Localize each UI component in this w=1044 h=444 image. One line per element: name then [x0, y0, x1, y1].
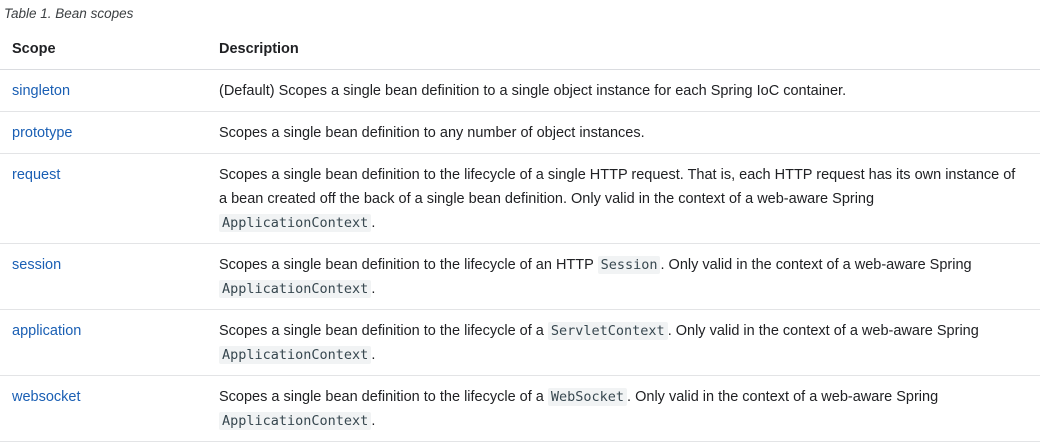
description-text: . Only valid in the context of a web-awa… — [660, 257, 972, 273]
scope-link-websocket[interactable]: websocket — [12, 389, 81, 405]
bean-scopes-document: Table 1. Bean scopes Scope Description s… — [0, 0, 1044, 444]
description-text: Scopes a single bean definition to the l… — [219, 257, 598, 273]
inline-code: ApplicationContext — [219, 346, 372, 364]
bean-scopes-table: Scope Description singleton (Default) Sco… — [0, 28, 1040, 442]
description-text: (Default) Scopes a single bean definitio… — [219, 83, 847, 99]
scope-cell: websocket — [0, 375, 211, 442]
scope-cell: session — [0, 243, 211, 310]
description-cell: Scopes a single bean definition to any n… — [211, 111, 1040, 154]
table-header: Scope Description — [0, 28, 1040, 70]
scope-link-session[interactable]: session — [12, 257, 61, 273]
inline-code: ApplicationContext — [219, 280, 372, 298]
scope-cell: application — [0, 309, 211, 376]
scope-link-application[interactable]: application — [12, 323, 81, 339]
scope-link-request[interactable]: request — [12, 167, 60, 183]
table-body: singleton (Default) Scopes a single bean … — [0, 69, 1040, 442]
scope-link-prototype[interactable]: prototype — [12, 125, 72, 141]
description-cell: Scopes a single bean definition to the l… — [211, 243, 1040, 310]
header-scope: Scope — [0, 28, 211, 70]
header-description: Description — [211, 28, 1040, 70]
description-cell: Scopes a single bean definition to the l… — [211, 375, 1040, 442]
table-row: session Scopes a single bean definition t… — [0, 243, 1040, 310]
description-text: Scopes a single bean definition to any n… — [219, 125, 645, 141]
scope-cell: request — [0, 153, 211, 244]
description-text: Scopes a single bean definition to the l… — [219, 167, 1016, 207]
table-row: websocket Scopes a single bean definition… — [0, 375, 1040, 442]
table-row: application Scopes a single bean definiti… — [0, 309, 1040, 376]
description-text: . Only valid in the context of a web-awa… — [627, 389, 939, 405]
scope-cell: singleton — [0, 69, 211, 112]
inline-code: Session — [597, 256, 661, 274]
inline-code: WebSocket — [547, 388, 628, 406]
description-text: . — [371, 413, 376, 429]
table-row: request Scopes a single bean definition t… — [0, 153, 1040, 244]
description-text: Scopes a single bean definition to the l… — [219, 389, 548, 405]
inline-code: ServletContext — [547, 322, 668, 340]
description-text: . Only valid in the context of a web-awa… — [667, 323, 979, 339]
header-row: Scope Description — [0, 28, 1040, 70]
table-row: singleton (Default) Scopes a single bean … — [0, 69, 1040, 112]
description-text: . — [371, 347, 376, 363]
table-row: prototype Scopes a single bean definition… — [0, 111, 1040, 154]
description-cell: (Default) Scopes a single bean definitio… — [211, 69, 1040, 112]
description-text: . — [371, 215, 376, 231]
scope-link-singleton[interactable]: singleton — [12, 83, 70, 99]
table-caption: Table 1. Bean scopes — [4, 6, 134, 21]
inline-code: ApplicationContext — [219, 214, 372, 232]
scope-cell: prototype — [0, 111, 211, 154]
inline-code: ApplicationContext — [219, 412, 372, 430]
description-cell: Scopes a single bean definition to the l… — [211, 153, 1040, 244]
description-cell: Scopes a single bean definition to the l… — [211, 309, 1040, 376]
description-text: . — [371, 281, 376, 297]
description-text: Scopes a single bean definition to the l… — [219, 323, 548, 339]
